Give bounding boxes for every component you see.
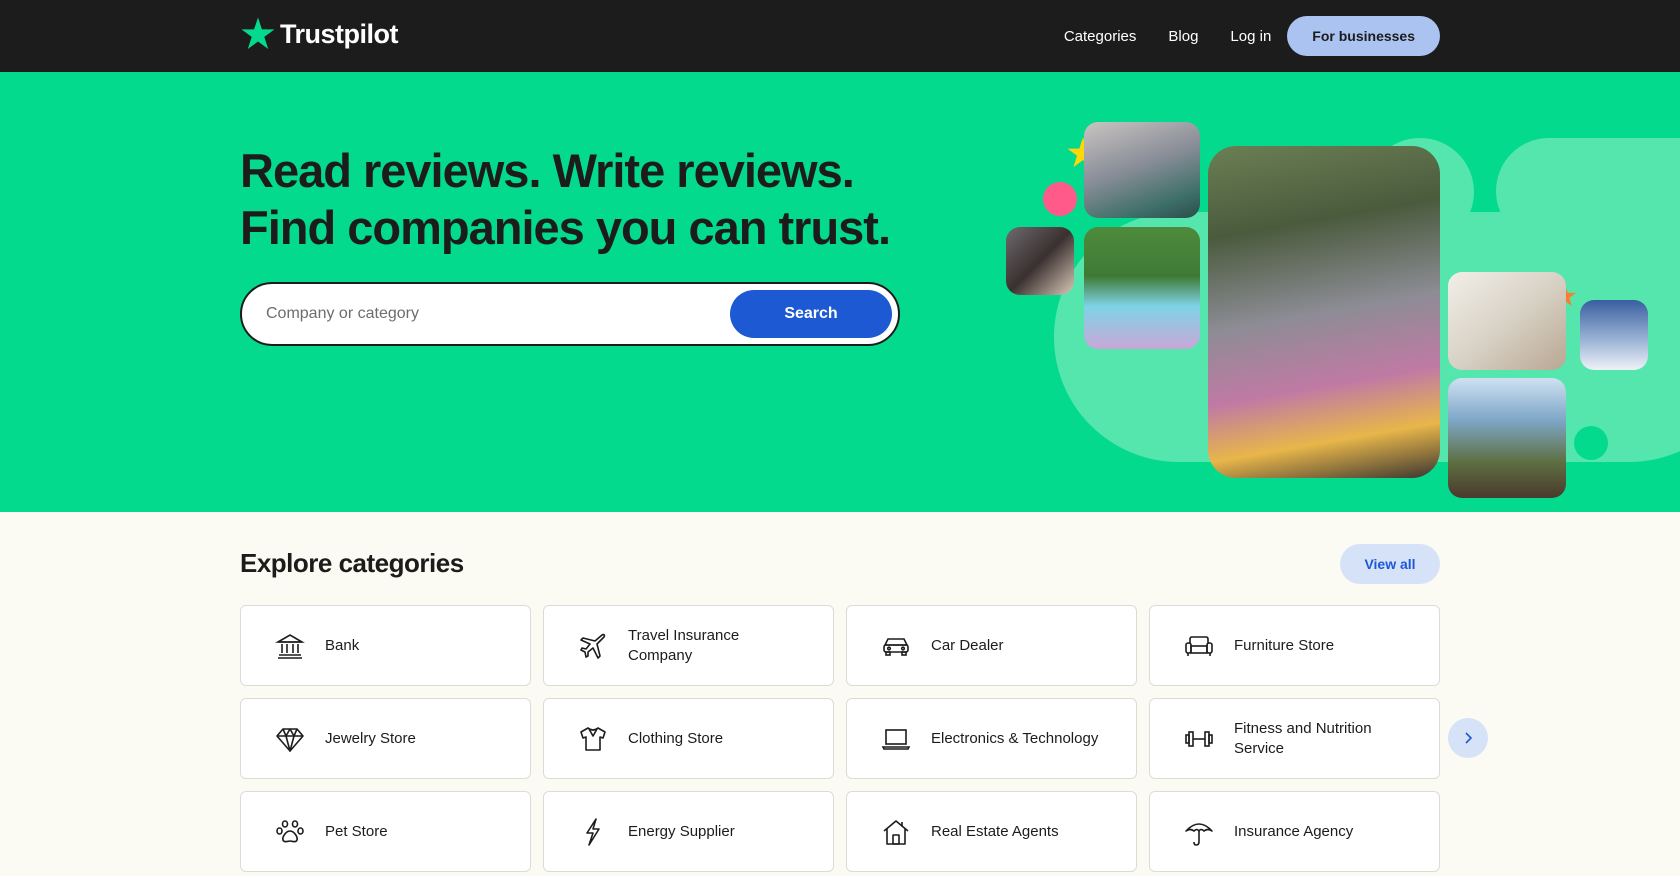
nav-blog-link[interactable]: Blog xyxy=(1168,28,1198,45)
laptop-icon xyxy=(881,724,911,754)
category-card-pet-store[interactable]: Pet Store xyxy=(240,791,531,872)
category-card-energy-supplier[interactable]: Energy Supplier xyxy=(543,791,834,872)
category-label: Pet Store xyxy=(325,822,388,840)
hero-headline: Read reviews. Write reviews. Find compan… xyxy=(240,142,940,256)
decorative-dot xyxy=(1574,426,1608,460)
decorative-dot xyxy=(1043,182,1077,216)
reviewer-photo xyxy=(1084,227,1200,349)
for-businesses-button[interactable]: For businesses xyxy=(1287,16,1440,56)
category-grid: Bank Travel Insurance Company Car Dealer… xyxy=(240,605,1440,872)
umbrella-icon xyxy=(1184,817,1214,847)
category-card-car-dealer[interactable]: Car Dealer xyxy=(846,605,1137,686)
explore-categories-heading: Explore categories xyxy=(240,548,464,578)
reviewer-photo xyxy=(1448,272,1566,370)
category-card-electronics-technology[interactable]: Electronics & Technology xyxy=(846,698,1137,779)
sofa-icon xyxy=(1184,631,1214,661)
category-label: Energy Supplier xyxy=(628,822,735,840)
hero-headline-line2: Find companies you can trust. xyxy=(240,201,891,254)
search-input[interactable] xyxy=(242,284,730,344)
car-icon xyxy=(881,631,911,661)
diamond-icon xyxy=(275,724,305,754)
shirt-icon xyxy=(578,724,608,754)
category-label: Travel Insurance Company xyxy=(628,626,740,664)
category-card-clothing-store[interactable]: Clothing Store xyxy=(543,698,834,779)
house-icon xyxy=(881,817,911,847)
category-label: Real Estate Agents xyxy=(931,822,1059,840)
paw-icon xyxy=(275,817,305,847)
category-card-insurance-agency[interactable]: Insurance Agency xyxy=(1149,791,1440,872)
category-card-fitness-nutrition[interactable]: Fitness and Nutrition Service xyxy=(1149,698,1440,779)
category-card-furniture-store[interactable]: Furniture Store xyxy=(1149,605,1440,686)
lightning-icon xyxy=(578,817,608,847)
carousel-next-button[interactable] xyxy=(1448,718,1488,758)
category-label: Fitness and Nutrition Service xyxy=(1234,719,1372,757)
chevron-right-icon xyxy=(1465,732,1473,744)
category-card-jewelry-store[interactable]: Jewelry Store xyxy=(240,698,531,779)
airplane-icon xyxy=(578,631,608,661)
hero-section: Read reviews. Write reviews. Find compan… xyxy=(0,72,1680,512)
reviewer-photo xyxy=(1580,300,1648,370)
main-nav: Categories Blog Log in For businesses xyxy=(1064,16,1440,56)
reviewer-photo xyxy=(1208,146,1440,478)
reviewer-photo xyxy=(1448,378,1566,498)
category-label: Furniture Store xyxy=(1234,636,1335,654)
decorative-blob xyxy=(1496,138,1680,244)
category-card-real-estate-agents[interactable]: Real Estate Agents xyxy=(846,791,1137,872)
bank-icon xyxy=(275,631,305,661)
trustpilot-logo[interactable]: Trustpilot xyxy=(240,16,399,52)
search-bar: Search xyxy=(240,282,900,346)
search-button[interactable]: Search xyxy=(730,290,892,338)
category-card-travel-insurance[interactable]: Travel Insurance Company xyxy=(543,605,834,686)
category-card-bank[interactable]: Bank xyxy=(240,605,531,686)
nav-categories-link[interactable]: Categories xyxy=(1064,28,1137,45)
category-label: Clothing Store xyxy=(628,729,724,747)
logo-wordmark: Trustpilot xyxy=(280,18,399,49)
reviewer-photo xyxy=(1006,227,1074,295)
category-label: Car Dealer xyxy=(931,636,1004,654)
reviewer-photo xyxy=(1084,122,1200,218)
view-all-button[interactable]: View all xyxy=(1340,544,1440,584)
category-label: Jewelry Store xyxy=(325,729,416,747)
dumbbell-icon xyxy=(1184,724,1214,754)
star-logo-icon xyxy=(241,17,275,49)
nav-login-link[interactable]: Log in xyxy=(1230,28,1271,45)
hero-headline-line1: Read reviews. Write reviews. xyxy=(240,144,855,197)
category-label: Bank xyxy=(325,636,360,654)
category-label: Insurance Agency xyxy=(1234,822,1354,840)
top-navigation-bar: Trustpilot Categories Blog Log in For bu… xyxy=(0,0,1680,72)
category-label: Electronics & Technology xyxy=(931,729,1099,747)
